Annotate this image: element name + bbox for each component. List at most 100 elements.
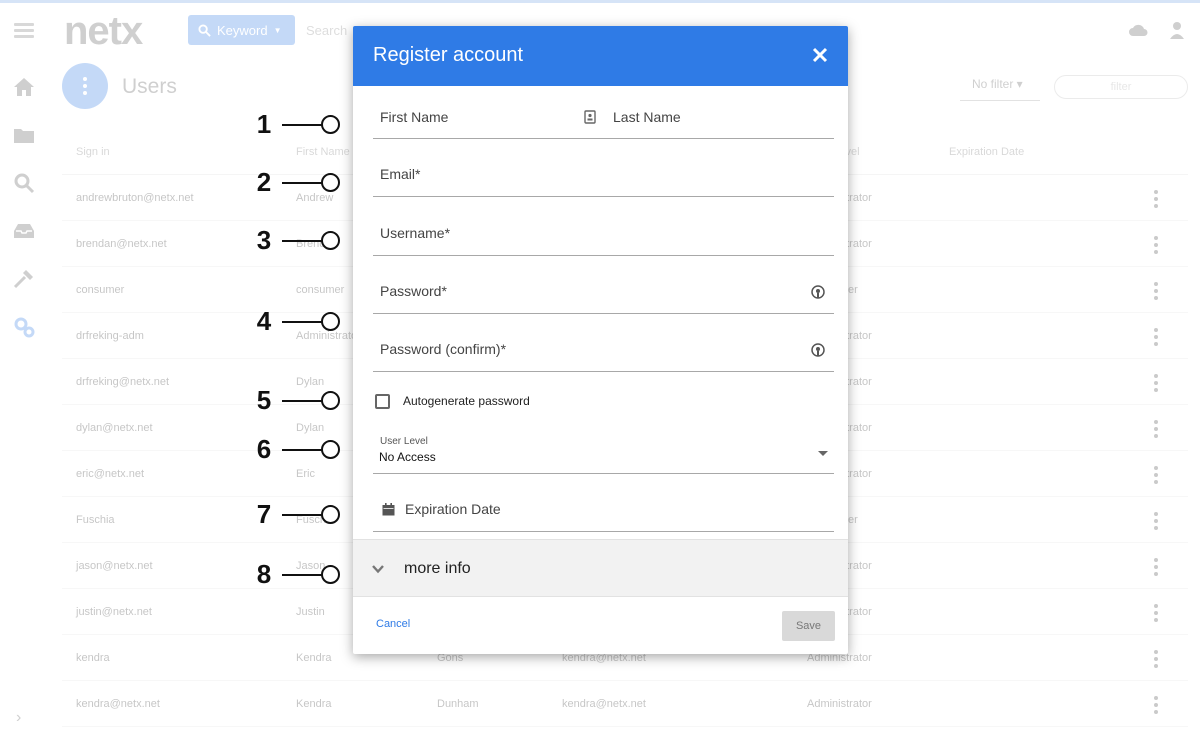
row-menu-icon[interactable] [1154,650,1158,668]
callout-number: 5 [256,385,272,415]
table-cell: kendra [76,652,110,664]
search-mode-label: Keyword [217,22,268,38]
table-row[interactable]: kendra@netx.net Kendra Dunham kendra@netx.n… [62,681,1188,727]
password-confirm-label: Password (confirm)* [380,341,507,357]
close-icon[interactable] [810,45,830,65]
search-icon [198,23,211,37]
table-cell: dylan@netx.net [76,422,153,434]
row-menu-icon[interactable] [1154,190,1158,208]
register-account-dialog: Register account First Name Last Name Em… [353,26,848,654]
column-header[interactable]: First Name [296,146,350,158]
table-cell: consumer [296,284,345,296]
contact-card-icon [584,110,596,124]
email-label: Email* [380,166,421,182]
callout-number: 7 [256,499,272,529]
inbox-icon[interactable] [12,219,36,243]
callout-number: 4 [256,306,272,336]
filter-input[interactable]: filter [1054,75,1188,99]
row-menu-icon[interactable] [1154,696,1158,714]
password-confirm-visibility-icon[interactable] [810,342,826,358]
row-menu-icon[interactable] [1154,512,1158,530]
user-level-value: No Access [379,450,436,464]
user-level-select[interactable]: User Level No Access [373,426,834,474]
callout-4: 4 [250,306,342,336]
row-menu-icon[interactable] [1154,374,1158,392]
last-name-input[interactable]: Last Name [613,109,681,125]
column-header[interactable]: Sign in [76,146,110,158]
chevron-down-icon [372,565,384,574]
table-cell: kendra@netx.net [76,698,160,710]
settings-icon[interactable] [12,315,36,339]
table-cell: justin@netx.net [76,606,152,618]
table-cell: Justin [296,606,325,618]
filter-select[interactable]: No filter ▾ [960,71,1040,101]
row-menu-icon[interactable] [1154,466,1158,484]
page-title: Users [122,75,177,98]
more-vert-icon [83,77,87,95]
search-nav-icon[interactable] [12,171,36,195]
dialog-header: Register account [353,26,848,86]
callout-3: 3 [250,225,342,255]
table-cell: andrewbruton@netx.net [76,192,194,204]
callout-6: 6 [250,434,342,464]
dropdown-caret-icon[interactable] [818,451,828,456]
callout-number: 1 [256,109,272,139]
row-menu-icon[interactable] [1154,420,1158,438]
callout-number: 8 [256,559,272,589]
row-menu-icon[interactable] [1154,328,1158,346]
save-button[interactable]: Save [782,611,835,641]
cancel-button[interactable]: Cancel [369,616,417,632]
callout-1: 1 [250,109,342,139]
table-cell: consumer [76,284,125,296]
app-logo[interactable]: netx [64,9,143,54]
column-header[interactable]: Expiration Date [949,146,1024,158]
password-field[interactable]: Password* [373,260,834,314]
callout-7: 7 [250,499,342,529]
row-menu-icon[interactable] [1154,236,1158,254]
first-name-input[interactable]: First Name [380,109,448,125]
table-cell: Kendra [296,652,332,664]
name-fields-row: First Name Last Name [373,86,834,139]
cloud-upload-icon[interactable] [1128,23,1148,37]
search-input[interactable]: Search [306,23,347,38]
callout-number: 6 [256,434,272,464]
home-icon[interactable] [12,75,36,99]
expiration-date-label: Expiration Date [405,501,501,517]
password-label: Password* [380,283,447,299]
table-cell: eric@netx.net [76,468,145,480]
table-cell: Dylan [296,376,325,388]
calendar-icon[interactable] [382,503,395,516]
users-actions-button[interactable] [62,63,108,109]
table-cell: Fuschia [76,514,115,526]
autogenerate-password-checkbox[interactable] [375,393,390,409]
folder-icon[interactable] [12,123,36,147]
table-cell: drfreking@netx.net [76,376,170,388]
account-icon[interactable] [1170,21,1184,39]
row-menu-icon[interactable] [1154,558,1158,576]
password-confirm-field[interactable]: Password (confirm)* [373,318,834,372]
autogenerate-password-option[interactable]: Autogenerate password [375,392,530,410]
password-visibility-icon[interactable] [810,284,826,300]
expand-sidebar-icon[interactable]: › [16,709,21,727]
search-mode-button[interactable]: Keyword ▼ [188,15,295,45]
tools-icon[interactable] [12,267,36,291]
callout-2: 2 [250,169,342,195]
table-cell: Eric [296,468,315,480]
callout-number: 3 [256,225,272,255]
table-cell: jason@netx.net [76,560,153,572]
menu-icon[interactable] [14,23,34,39]
table-cell: Administrator [807,698,872,710]
table-cell: Dylan [296,422,325,434]
email-field[interactable]: Email* [373,143,834,197]
row-menu-icon[interactable] [1154,604,1158,622]
row-menu-icon[interactable] [1154,282,1158,300]
table-cell: Dunham [437,698,479,710]
callout-5: 5 [250,385,342,415]
table-cell: kendra@netx.net [562,698,646,710]
autogenerate-password-label: Autogenerate password [403,394,530,408]
more-info-expander[interactable]: more info [353,539,848,597]
username-field[interactable]: Username* [373,202,834,256]
user-level-label: User Level [380,436,428,447]
expiration-date-field[interactable]: Expiration Date [373,478,834,532]
caret-down-icon: ▼ [273,25,282,35]
